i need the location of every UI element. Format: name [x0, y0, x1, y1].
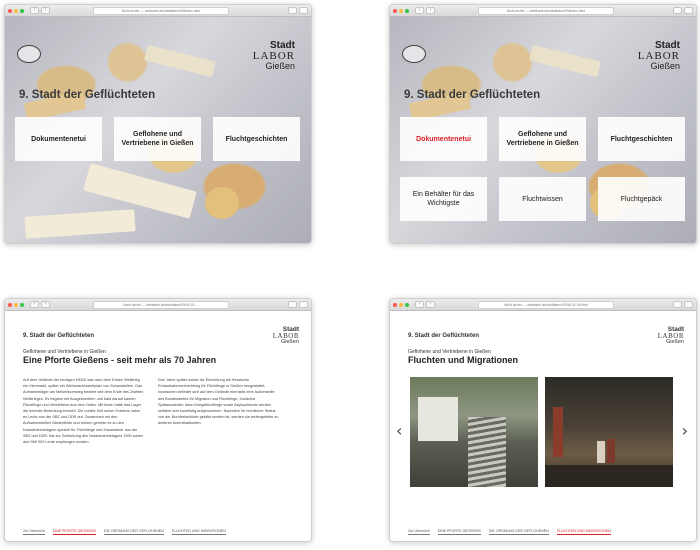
tile-geflohene[interactable]: Geflohene und Vertriebene in Gießen [499, 117, 586, 161]
browser-toolbar: ‹ › Nicht sicher — webbank.de/stadtlabor… [5, 5, 311, 17]
headline: Fluchten und Migrationen [408, 355, 518, 365]
historic-photo-children[interactable] [545, 377, 673, 487]
next-arrow-icon[interactable]: › [682, 421, 688, 440]
nav-ordnung[interactable]: DIE ORDNUNG DER GEFLOHENEN [488, 529, 549, 535]
back-button[interactable]: ‹ [415, 7, 424, 14]
close-window-button[interactable] [8, 302, 12, 307]
page-title: 9. Stadt der Geflüchteten [404, 89, 541, 101]
historic-photo-stairs[interactable] [410, 377, 538, 487]
page-content: 9. Stadt der Geflüchteten Stadt LABOR Gi… [390, 311, 696, 541]
prev-arrow-icon[interactable]: ‹ [396, 421, 402, 440]
nav-ordnung[interactable]: DIE ORDNUNG DER GEFLOHENEN [103, 529, 164, 535]
nav-pforte[interactable]: EINE PFORTE GIESSENS [437, 529, 481, 535]
stadtlabor-logo[interactable]: Stadt LABOR Gießen [638, 41, 680, 72]
maximize-window-button[interactable] [20, 8, 24, 13]
tabs-icon[interactable] [684, 7, 693, 14]
forward-button[interactable]: › [41, 7, 50, 14]
tile-geflohene[interactable]: Geflohene und Vertriebene in Gießen [114, 117, 201, 161]
stadtlabor-logo[interactable]: Stadt LABOR Gießen [273, 326, 299, 345]
share-icon[interactable] [288, 301, 297, 308]
close-window-button[interactable] [8, 8, 12, 13]
footer-nav: Zur Übersicht EINE PFORTE GIESSENS DIE O… [23, 529, 301, 535]
seal-logo [402, 45, 426, 63]
tile-dokumentenetui[interactable]: Dokumentenetui [15, 117, 102, 161]
tile-fluchtgepaeck[interactable]: Fluchtgepäck [598, 177, 685, 221]
nav-overview[interactable]: Zur Übersicht [408, 529, 430, 535]
share-icon[interactable] [673, 301, 682, 308]
stadtlabor-logo[interactable]: Stadt LABOR Gießen [658, 326, 684, 345]
page-content: Stadt LABOR Gießen 9. Stadt der Geflücht… [390, 17, 696, 243]
nav-fluchten[interactable]: FLUCHTEN UND MIGRATIONEN [556, 529, 611, 535]
maximize-window-button[interactable] [405, 8, 409, 13]
browser-window-gallery: ‹ › Nicht sicher — webbank.de/stadtlabor… [389, 298, 697, 542]
forward-button[interactable]: › [41, 301, 50, 308]
tile-fluchtgeschichten[interactable]: Fluchtgeschichten [598, 117, 685, 161]
section-title: 9. Stadt der Geflüchteten [23, 333, 95, 339]
minimize-window-button[interactable] [14, 8, 18, 13]
browser-toolbar: ‹ › Nicht sicher — webbank.de/stadtlabor… [390, 299, 696, 311]
page-title: 9. Stadt der Geflüchteten [19, 89, 156, 101]
browser-window-overview-expanded: ‹ › Nicht sicher — webbank.de/stadtlabor… [389, 4, 697, 244]
tile-fluchtwissen[interactable]: Fluchtwissen [499, 177, 586, 221]
maximize-window-button[interactable] [20, 302, 24, 307]
nav-fluchten[interactable]: FLUCHTEN UND MIGRATIONEN [171, 529, 226, 535]
address-bar[interactable]: Nicht sicher — webbank.de/stadtlabor/09/… [478, 7, 614, 15]
browser-toolbar: ‹ › Nicht sicher — webbank.de/stadtlabor… [390, 5, 696, 17]
close-window-button[interactable] [393, 302, 397, 307]
maximize-window-button[interactable] [405, 302, 409, 307]
minimize-window-button[interactable] [14, 302, 18, 307]
article-column-1: Auf dem Gelände der heutigen HEAE war na… [23, 378, 144, 445]
address-bar[interactable]: Nicht sicher — webbank.de/stadtlabor/09/… [93, 7, 229, 15]
page-content: 9. Stadt der Geflüchteten Stadt LABOR Gi… [5, 311, 311, 541]
tile-behaelter[interactable]: Ein Behälter für das Wichtigste [400, 177, 487, 221]
tabs-icon[interactable] [299, 301, 308, 308]
browser-window-overview: ‹ › Nicht sicher — webbank.de/stadtlabor… [4, 4, 312, 244]
back-button[interactable]: ‹ [415, 301, 424, 308]
tile-fluchtgeschichten[interactable]: Fluchtgeschichten [213, 117, 300, 161]
browser-toolbar: ‹ › Nicht sicher — webbank.de/stadtlabor… [5, 299, 311, 311]
section-title: 9. Stadt der Geflüchteten [408, 333, 480, 339]
share-icon[interactable] [288, 7, 297, 14]
address-bar[interactable]: Nicht sicher — webbank.de/stadtlabor/09/… [93, 301, 229, 309]
address-bar[interactable]: Nicht sicher — webbank.de/stadtlabor/09/… [478, 301, 614, 309]
headline: Eine Pforte Gießens - seit mehr als 70 J… [23, 355, 217, 365]
footer-nav: Zur Übersicht EINE PFORTE GIESSENS DIE O… [408, 529, 686, 535]
article-column-2: Drei Jahre später wurde die Einrichtung … [158, 378, 279, 426]
nav-pforte[interactable]: EINE PFORTE GIESSENS [52, 529, 96, 535]
minimize-window-button[interactable] [399, 302, 403, 307]
page-content: Stadt LABOR Gießen 9. Stadt der Geflücht… [5, 17, 311, 243]
share-icon[interactable] [673, 7, 682, 14]
back-button[interactable]: ‹ [30, 301, 39, 308]
seal-logo [17, 45, 41, 63]
tile-dokumentenetui-active[interactable]: Dokumentenetui [400, 117, 487, 161]
minimize-window-button[interactable] [399, 8, 403, 13]
browser-window-article: ‹ › Nicht sicher — webbank.de/stadtlabor… [4, 298, 312, 542]
back-button[interactable]: ‹ [30, 7, 39, 14]
forward-button[interactable]: › [426, 301, 435, 308]
close-window-button[interactable] [393, 8, 397, 13]
nav-overview[interactable]: Zur Übersicht [23, 529, 45, 535]
forward-button[interactable]: › [426, 7, 435, 14]
tabs-icon[interactable] [684, 301, 693, 308]
stadtlabor-logo[interactable]: Stadt LABOR Gießen [253, 41, 295, 72]
tabs-icon[interactable] [299, 7, 308, 14]
